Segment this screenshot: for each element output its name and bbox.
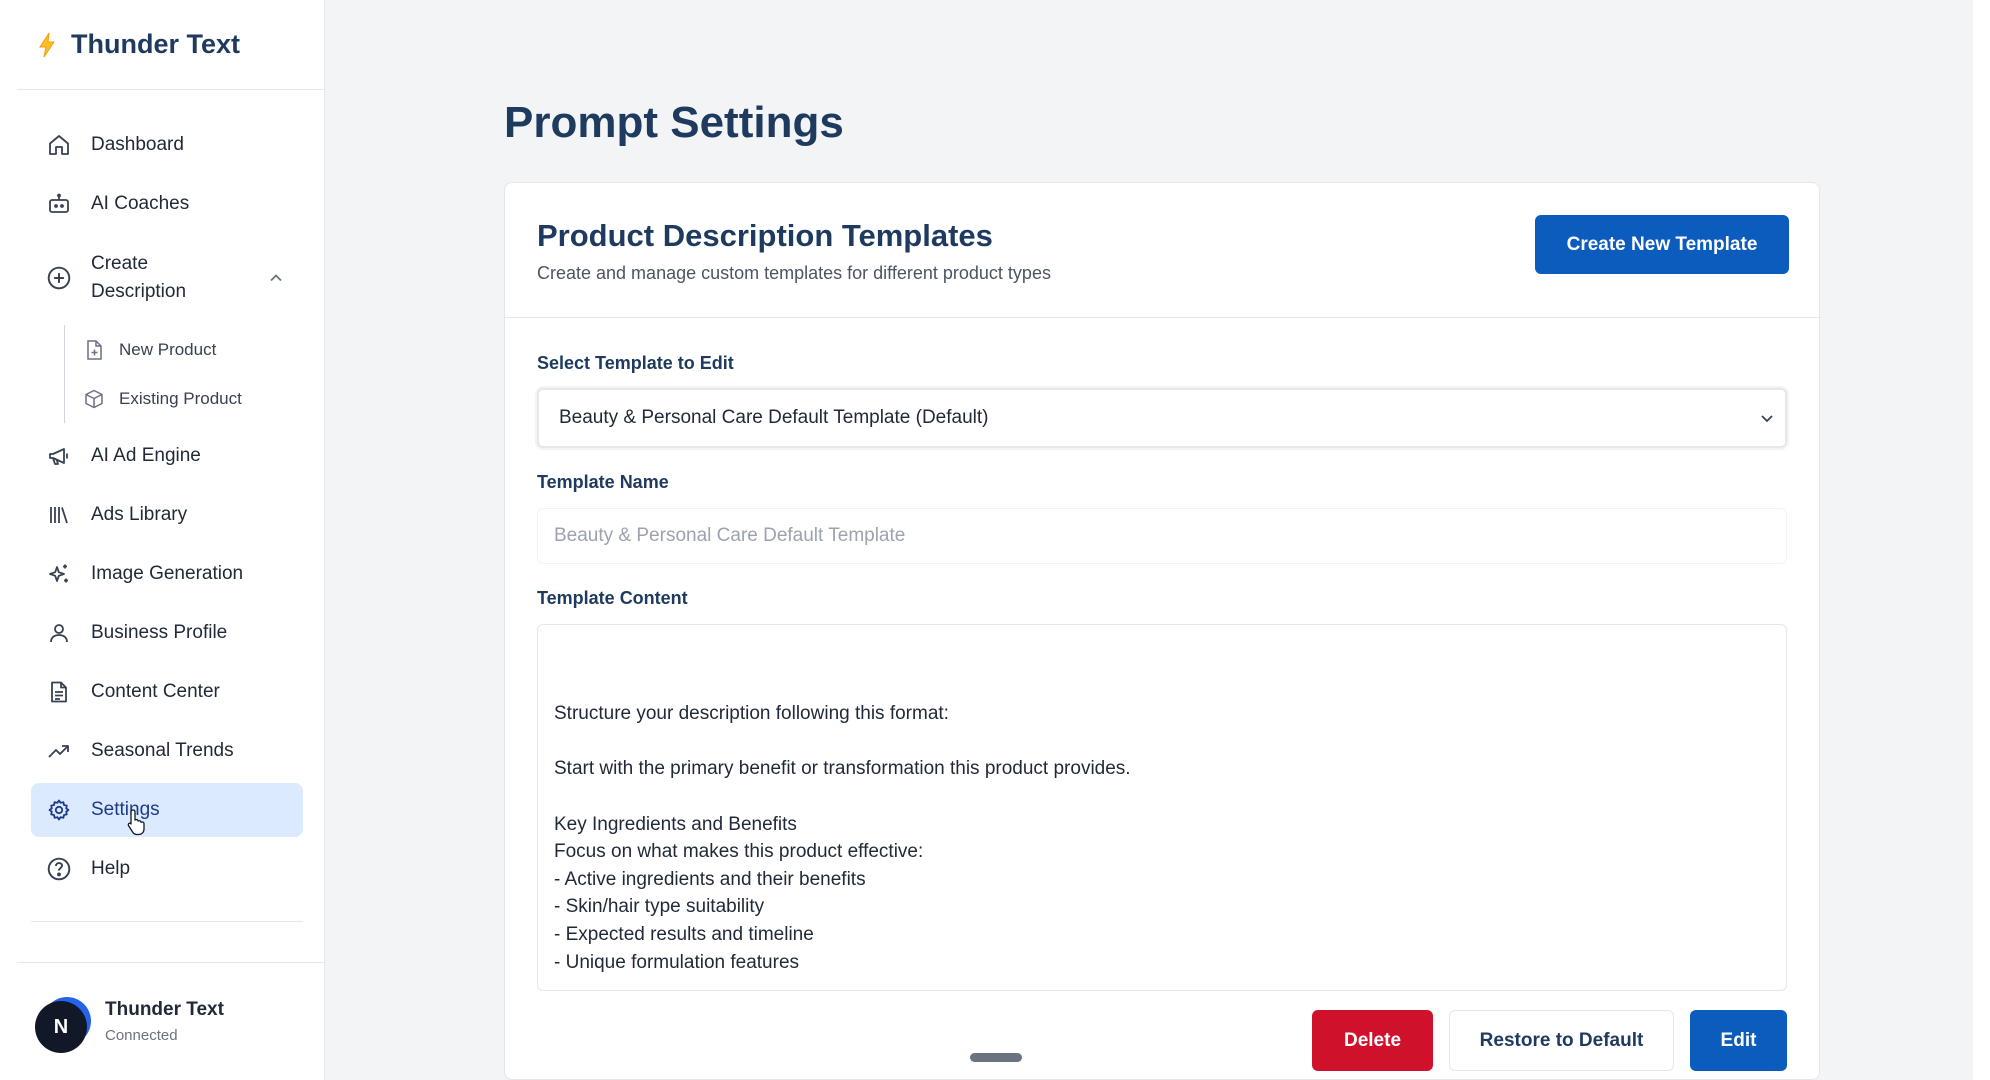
sidebar-item-label: Content Center bbox=[91, 681, 220, 702]
sidebar-item-label: Seasonal Trends bbox=[91, 740, 234, 761]
sidebar-item-label: Dashboard bbox=[91, 134, 184, 155]
sidebar-divider bbox=[31, 921, 303, 922]
gear-icon bbox=[45, 796, 73, 824]
template-select-value: Beauty & Personal Care Default Template … bbox=[559, 407, 989, 428]
sidebar-item-label: Business Profile bbox=[91, 622, 228, 643]
chevron-up-icon[interactable] bbox=[267, 269, 285, 287]
sidebar-item-ai-coaches[interactable]: AI Coaches bbox=[31, 177, 303, 231]
edit-button[interactable]: Edit bbox=[1690, 1010, 1787, 1071]
sidebar-item-image-generation[interactable]: Image Generation bbox=[31, 547, 303, 601]
template-content-text: Structure your description following thi… bbox=[554, 703, 1131, 973]
sidebar-item-dashboard[interactable]: Dashboard bbox=[31, 118, 303, 172]
page-title: Prompt Settings bbox=[504, 98, 844, 147]
select-template-label: Select Template to Edit bbox=[537, 353, 734, 373]
delete-button[interactable]: Delete bbox=[1312, 1010, 1433, 1071]
chevron-down-icon bbox=[1759, 410, 1775, 426]
sidebar-item-settings[interactable]: Settings bbox=[31, 783, 303, 837]
sidebar-subitem-new-product[interactable]: New Product bbox=[83, 325, 303, 374]
template-select[interactable]: Beauty & Personal Care Default Template … bbox=[537, 388, 1787, 448]
sidebar-item-label: AI Coaches bbox=[91, 193, 190, 214]
sidebar-subitem-label: Existing Product bbox=[119, 388, 242, 408]
create-new-template-button[interactable]: Create New Template bbox=[1535, 215, 1789, 274]
plus-circle-icon bbox=[45, 264, 73, 292]
sidebar-nav: Dashboard AI Coaches Create Description … bbox=[31, 118, 303, 901]
sidebar-item-label: Ads Library bbox=[91, 504, 188, 525]
sidebar-item-label: AI Ad Engine bbox=[91, 445, 201, 466]
home-icon bbox=[45, 131, 73, 159]
bot-icon bbox=[45, 190, 73, 218]
sidebar-item-help[interactable]: Help bbox=[31, 842, 303, 896]
template-content-textarea[interactable]: Structure your description following thi… bbox=[537, 624, 1787, 991]
help-circle-icon bbox=[45, 855, 73, 883]
package-icon bbox=[83, 388, 105, 410]
card-header: Product Description Templates Create and… bbox=[505, 183, 1821, 318]
trending-up-icon bbox=[45, 737, 73, 765]
sidebar-item-create-description[interactable]: Create Description bbox=[31, 236, 303, 320]
pointer-cursor-icon bbox=[126, 808, 148, 836]
card-title: Product Description Templates bbox=[537, 218, 993, 253]
sidebar-item-ads-library[interactable]: Ads Library bbox=[31, 488, 303, 542]
window-edge bbox=[1973, 0, 1990, 1080]
brand[interactable]: Thunder Text bbox=[17, 0, 325, 90]
card-subtitle: Create and manage custom templates for d… bbox=[537, 263, 1051, 283]
user-name: Thunder Text bbox=[105, 999, 224, 1020]
sidebar-item-label: Create Description bbox=[91, 253, 187, 302]
user-profile[interactable]: N Thunder Text Connected bbox=[17, 962, 325, 1080]
lightning-icon bbox=[33, 31, 61, 59]
sidebar: Thunder Text Dashboard AI Coaches Create… bbox=[17, 0, 325, 1080]
sidebar-item-seasonal-trends[interactable]: Seasonal Trends bbox=[31, 724, 303, 778]
sidebar-subitem-label: New Product bbox=[119, 339, 217, 359]
resize-handle-icon[interactable] bbox=[1772, 976, 1782, 986]
template-name-field[interactable]: Beauty & Personal Care Default Template bbox=[537, 508, 1787, 564]
file-plus-icon bbox=[83, 339, 105, 361]
scroll-handle[interactable] bbox=[970, 1053, 1022, 1062]
templates-card: Product Description Templates Create and… bbox=[504, 182, 1821, 1080]
library-icon bbox=[45, 501, 73, 529]
sidebar-item-content-center[interactable]: Content Center bbox=[31, 665, 303, 719]
avatar[interactable]: N bbox=[35, 1001, 87, 1053]
megaphone-icon bbox=[45, 442, 73, 470]
sidebar-item-label: Help bbox=[91, 858, 131, 879]
restore-to-default-button[interactable]: Restore to Default bbox=[1449, 1010, 1674, 1071]
template-name-label: Template Name bbox=[537, 472, 669, 492]
sidebar-subitem-existing-product[interactable]: Existing Product bbox=[83, 374, 303, 423]
connection-status: Connected bbox=[105, 1027, 178, 1044]
create-description-submenu: New Product Existing Product bbox=[64, 325, 303, 423]
sidebar-item-ai-ad-engine[interactable]: AI Ad Engine bbox=[31, 429, 303, 483]
sidebar-item-business-profile[interactable]: Business Profile bbox=[31, 606, 303, 660]
sidebar-item-label: Image Generation bbox=[91, 563, 244, 584]
template-content-label: Template Content bbox=[537, 588, 688, 608]
document-icon bbox=[45, 678, 73, 706]
user-icon bbox=[45, 619, 73, 647]
sparkles-icon bbox=[45, 560, 73, 588]
brand-name: Thunder Text bbox=[71, 29, 241, 59]
